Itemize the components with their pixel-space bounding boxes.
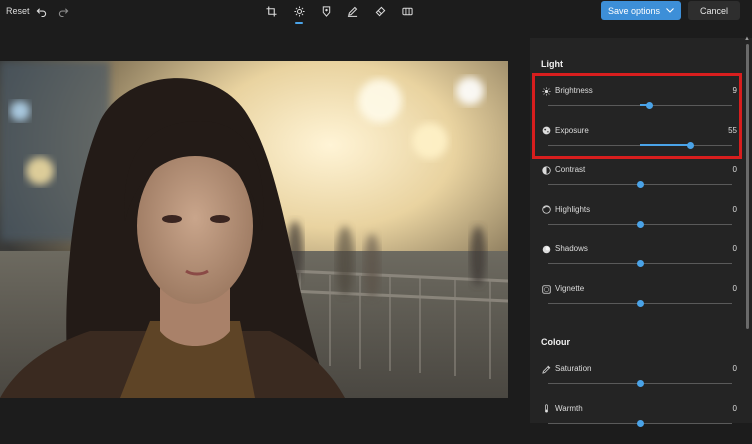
panel-scrollbar[interactable] xyxy=(746,44,749,329)
filter-icon[interactable] xyxy=(319,4,333,18)
reset-button[interactable]: Reset xyxy=(6,6,30,16)
chevron-down-icon xyxy=(666,8,674,13)
slider-highlights[interactable] xyxy=(548,220,732,228)
top-toolbar: Reset Save options Cancel xyxy=(0,0,752,26)
save-options-label: Save options xyxy=(607,5,661,16)
adjust-row-shadows: Shadows 0 xyxy=(530,244,752,284)
redo-icon[interactable] xyxy=(56,4,70,18)
adjust-value: 0 xyxy=(732,284,737,293)
adjust-value: 0 xyxy=(732,244,737,254)
slider-thumb[interactable] xyxy=(636,260,644,268)
slider-thumb[interactable] xyxy=(636,380,644,387)
adjust-row-saturation: Saturation 0 xyxy=(530,364,752,404)
vignette-icon xyxy=(541,284,551,294)
section-title-colour: Colour xyxy=(541,337,570,347)
adjust-row-highlights: Highlights 0 xyxy=(530,205,752,245)
effects-icon[interactable] xyxy=(400,4,414,18)
highlights-icon xyxy=(541,205,551,215)
slider-shadows[interactable] xyxy=(548,260,732,268)
adjust-label: Warmth xyxy=(555,403,583,413)
cancel-button[interactable]: Cancel xyxy=(688,1,740,20)
adjust-value: 0 xyxy=(732,204,737,214)
adjust-value: 0 xyxy=(732,165,737,175)
warmth-icon xyxy=(541,404,551,414)
adjust-label: Contrast xyxy=(555,165,586,175)
adjust-label: Vignette xyxy=(555,284,585,293)
active-tool-indicator xyxy=(295,22,303,24)
cancel-label: Cancel xyxy=(699,5,728,16)
adjust-label: Highlights xyxy=(555,204,591,214)
adjust-row-warmth: Warmth 0 xyxy=(530,404,752,444)
erase-icon[interactable] xyxy=(373,4,387,18)
crop-icon[interactable] xyxy=(264,4,278,18)
adjust-icon[interactable] xyxy=(292,4,306,18)
slider-thumb[interactable] xyxy=(636,419,644,427)
highlight-annotation-box xyxy=(532,73,742,159)
slider-thumb[interactable] xyxy=(636,300,644,307)
slider-thumb[interactable] xyxy=(636,181,644,189)
slider-vignette[interactable] xyxy=(548,300,732,307)
adjust-label: Shadows xyxy=(555,244,588,254)
photo[interactable] xyxy=(0,61,508,398)
adjust-value: 0 xyxy=(732,403,737,413)
scroll-up-arrow[interactable]: ▲ xyxy=(744,36,750,42)
undo-icon[interactable] xyxy=(34,4,48,18)
markup-icon[interactable] xyxy=(345,4,359,18)
slider-contrast[interactable] xyxy=(548,181,732,189)
saturation-icon xyxy=(541,364,551,374)
adjust-row-contrast: Contrast 0 xyxy=(530,165,752,205)
slider-warmth[interactable] xyxy=(548,419,732,427)
slider-thumb[interactable] xyxy=(636,220,644,228)
section-title-light: Light xyxy=(541,59,563,69)
contrast-icon xyxy=(541,165,551,175)
adjust-row-vignette: Vignette 0 xyxy=(530,284,752,324)
adjust-label: Saturation xyxy=(555,364,592,373)
adjust-value: 0 xyxy=(732,364,737,373)
shadows-icon xyxy=(541,244,551,254)
save-options-button[interactable]: Save options xyxy=(601,1,681,20)
slider-saturation[interactable] xyxy=(548,380,732,387)
